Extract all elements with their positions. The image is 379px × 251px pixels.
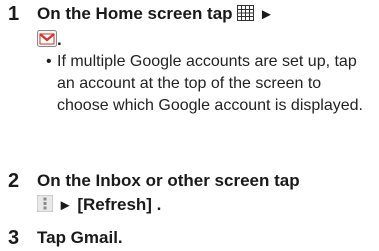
instruction-text: On the Inbox or other screen tap: [37, 171, 300, 190]
instruction-period: .: [57, 30, 62, 49]
arrow-icon: ►: [259, 6, 274, 23]
note-text: If multiple Google accounts are set up, …: [57, 53, 363, 114]
menu-dots-icon: [36, 194, 54, 219]
apps-grid-icon: [237, 4, 255, 28]
step-number: 3: [8, 227, 20, 249]
instruction-text: On the Home screen tap: [37, 4, 233, 23]
bullet-dot: •: [46, 53, 52, 70]
step-note: • If multiple Google accounts are set up…: [46, 51, 366, 117]
step-instruction: Tap Gmail.: [37, 228, 123, 247]
instruction-text: [Refresh] .: [77, 195, 162, 214]
step-number: 1: [8, 3, 20, 25]
arrow-icon: ►: [57, 197, 73, 214]
step-instruction: On the Home screen tap ► .: [37, 2, 375, 54]
step-number: 2: [8, 170, 20, 192]
step-instruction: On the Inbox or other screen tap ► [Refr…: [36, 169, 375, 219]
